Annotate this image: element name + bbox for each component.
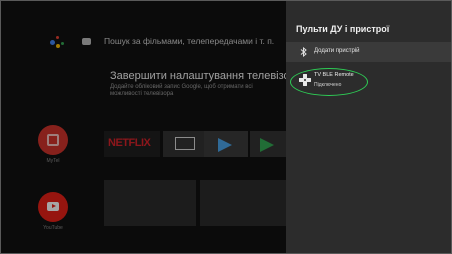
panel-title: Пульти ДУ і пристрої <box>296 24 390 34</box>
add-device-label: Додати пристрій <box>314 48 360 54</box>
dim-overlay <box>0 0 290 254</box>
add-device-button[interactable]: Додати пристрій <box>286 42 452 62</box>
bluetooth-icon <box>300 47 307 57</box>
highlight-ellipse <box>290 68 368 96</box>
remotes-panel: Пульти ДУ і пристрої Додати пристрій TV … <box>286 0 452 254</box>
